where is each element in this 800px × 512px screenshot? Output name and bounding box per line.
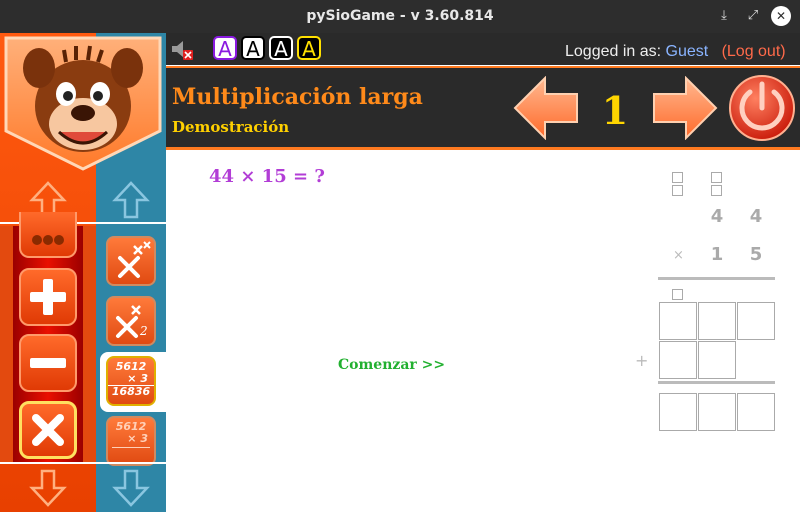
category-subtraction-button[interactable] <box>19 334 77 392</box>
partial-product-box[interactable] <box>698 341 736 379</box>
carry-box[interactable] <box>711 185 722 196</box>
font-color-purple-button[interactable]: A <box>213 36 237 60</box>
header-underline <box>166 147 800 150</box>
font-color-white-button[interactable]: A <box>241 36 265 60</box>
question-text: 44 × 15 = ? <box>209 166 325 187</box>
plus-sign: + <box>635 351 649 370</box>
game-subtitle: Demostración <box>172 118 290 136</box>
level-answer-boxes <box>112 447 150 457</box>
sound-muted-icon[interactable] <box>169 39 195 61</box>
window-titlebar: pySioGame - v 3.60.814 ⤓ ⤢ ✕ <box>0 0 800 33</box>
carry-box[interactable] <box>711 172 722 183</box>
logged-in-label: Logged in as: <box>565 43 662 60</box>
divider <box>96 222 166 224</box>
bear-logo-icon[interactable] <box>4 36 162 171</box>
game-multiplication-table-2-button[interactable]: 2 <box>106 296 156 346</box>
divider <box>0 462 96 464</box>
partial-product-box[interactable] <box>659 302 697 340</box>
carry-box[interactable] <box>672 289 683 300</box>
result-line <box>658 277 775 280</box>
multiplier-digit: 1 <box>710 244 724 265</box>
multiplicand-digit: 4 <box>749 206 763 227</box>
multiplier-digit: 5 <box>749 244 763 265</box>
level-bottom-number: 16836 <box>108 385 154 398</box>
font-color-black-button[interactable]: A <box>269 36 293 60</box>
game-title: Multiplicación larga <box>172 84 423 110</box>
close-window-icon[interactable]: ✕ <box>771 6 791 26</box>
previous-level-icon[interactable] <box>513 76 579 140</box>
next-level-icon[interactable] <box>652 76 718 140</box>
carry-box[interactable] <box>672 185 683 196</box>
game-long-multiplication-practice-button[interactable]: 5612 × 3 <box>106 416 156 466</box>
level-number: 1 <box>601 88 629 133</box>
font-color-yellow-button[interactable]: A <box>297 36 321 60</box>
final-answer-box[interactable] <box>698 393 736 431</box>
level-mid-number: × 3 <box>127 432 148 445</box>
carry-box[interactable] <box>672 172 683 183</box>
maximize-icon[interactable]: ⤢ <box>743 6 763 26</box>
scroll-down-categories-icon[interactable] <box>28 468 68 508</box>
final-answer-box[interactable] <box>659 393 697 431</box>
divider <box>96 462 166 464</box>
window-title: pySioGame - v 3.60.814 <box>306 8 494 24</box>
multiplicand-digit: 4 <box>710 206 724 227</box>
final-answer-box[interactable] <box>737 393 775 431</box>
partial-product-box[interactable] <box>659 341 697 379</box>
scroll-up-games-icon[interactable] <box>111 180 151 220</box>
category-counting-button[interactable] <box>19 212 77 258</box>
start-button[interactable]: Comenzar >> <box>338 357 445 373</box>
game-long-multiplication-button[interactable]: 5612 × 3 16836 <box>106 356 156 406</box>
level-mid-number: × 3 <box>127 372 148 385</box>
times-sign: × <box>673 248 684 263</box>
level-subscript: 2 <box>140 324 148 338</box>
partial-product-box[interactable] <box>698 302 736 340</box>
category-addition-button[interactable] <box>19 268 77 326</box>
scroll-down-games-icon[interactable] <box>111 468 151 508</box>
sum-line <box>658 381 775 384</box>
user-link[interactable]: Guest <box>666 43 709 60</box>
login-status: Logged in as: Guest (Log out) <box>565 43 786 61</box>
category-multiplication-button[interactable] <box>19 401 77 459</box>
logout-link[interactable]: (Log out) <box>722 43 786 60</box>
partial-product-box[interactable] <box>737 302 775 340</box>
game-multiplication-table-button[interactable] <box>106 236 156 286</box>
minimize-icon[interactable]: ⤓ <box>714 6 734 26</box>
power-quit-icon[interactable] <box>728 74 796 142</box>
